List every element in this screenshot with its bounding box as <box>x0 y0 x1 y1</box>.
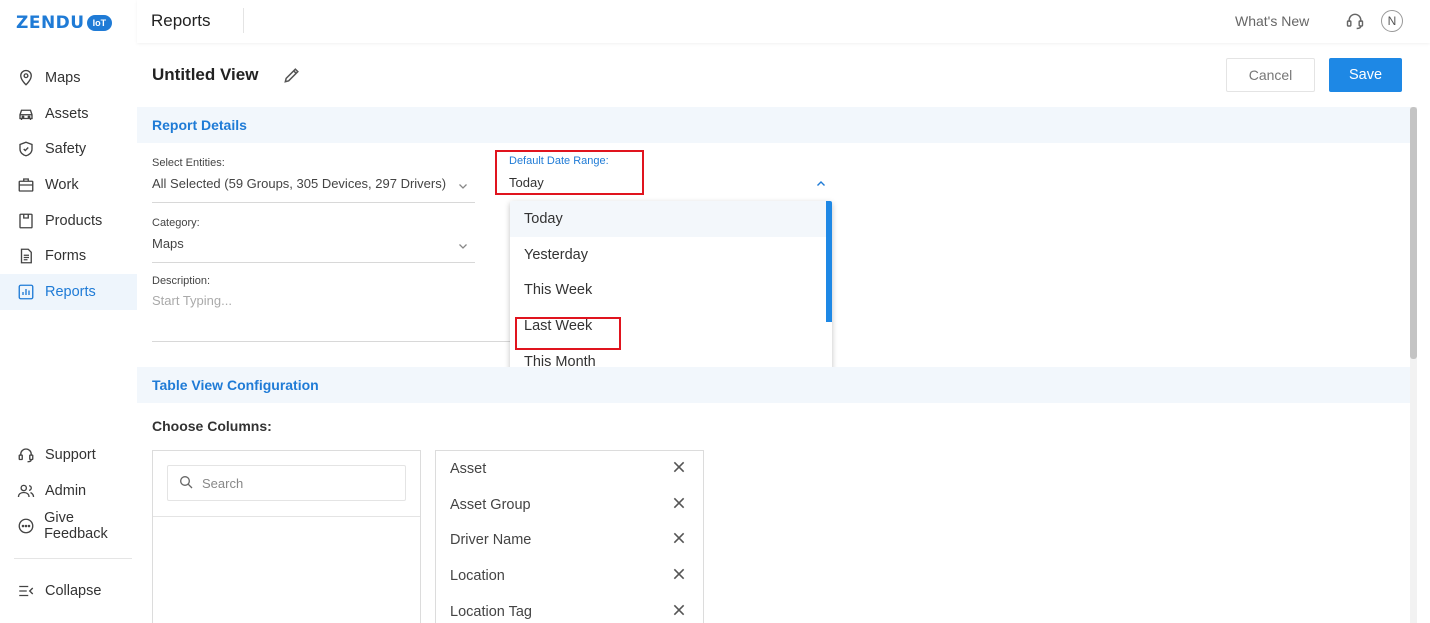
sidebar-item-label: Products <box>45 212 103 229</box>
close-icon[interactable] <box>671 566 687 586</box>
option-yesterday[interactable]: Yesterday <box>510 237 832 273</box>
box-icon <box>16 211 36 231</box>
chevron-down-icon <box>457 179 469 191</box>
close-icon[interactable] <box>671 495 687 515</box>
sidebar-item-label: Reports <box>45 283 96 300</box>
list-item[interactable]: Location Tag <box>436 594 703 623</box>
collapse-button[interactable]: Collapse <box>0 573 137 609</box>
column-name: Asset Group <box>450 496 531 513</box>
list-item[interactable]: Driver Name <box>436 522 703 558</box>
document-icon <box>16 246 36 266</box>
sidebar-nav: Maps Assets Safety Work Products Forms R… <box>0 60 137 310</box>
sidebar-item-give-feedback[interactable]: Give Feedback <box>0 508 137 544</box>
sidebar-item-forms[interactable]: Forms <box>0 238 137 274</box>
logo-badge: IoT <box>86 15 113 31</box>
collapse-label: Collapse <box>45 582 102 599</box>
field-value: All Selected (59 Groups, 305 Devices, 29… <box>152 176 447 191</box>
sidebar-divider <box>14 558 132 559</box>
chart-icon <box>16 282 36 302</box>
logo-text: ZENDU <box>16 13 85 33</box>
headset-icon <box>16 445 36 465</box>
sidebar-item-label: Safety <box>45 141 87 158</box>
topbar: Reports What's New N <box>137 0 1430 43</box>
option-today[interactable]: Today <box>510 201 832 237</box>
headset-icon[interactable] <box>1345 11 1365 31</box>
panel-divider <box>153 516 420 517</box>
column-name: Location Tag <box>450 603 532 620</box>
list-item[interactable]: Asset <box>436 451 703 487</box>
sidebar-item-label: Admin <box>45 482 87 499</box>
sidebar-item-safety[interactable]: Safety <box>0 131 137 167</box>
table-view-config-header: Table View Configuration <box>137 367 1410 403</box>
section-title: Table View Configuration <box>152 377 319 393</box>
available-columns-panel <box>152 450 421 623</box>
sidebar-item-assets[interactable]: Assets <box>0 96 137 132</box>
search-icon <box>178 474 194 493</box>
map-pin-icon <box>16 68 36 88</box>
search-input[interactable] <box>202 475 382 491</box>
select-entities-field[interactable]: Select Entities: All Selected (59 Groups… <box>152 157 475 203</box>
users-icon <box>16 481 36 501</box>
close-icon[interactable] <box>671 459 687 479</box>
list-item[interactable]: Asset Group <box>436 487 703 523</box>
cancel-button[interactable]: Cancel <box>1226 58 1315 92</box>
sidebar-item-support[interactable]: Support <box>0 437 137 473</box>
sidebar-item-reports[interactable]: Reports <box>0 274 137 310</box>
selected-columns-panel: Asset Asset Group Driver Name Location L… <box>435 450 704 623</box>
sidebar-item-work[interactable]: Work <box>0 167 137 203</box>
sidebar-item-label: Assets <box>45 105 89 122</box>
sidebar-item-admin[interactable]: Admin <box>0 473 137 509</box>
column-search-box[interactable] <box>167 465 406 501</box>
shield-icon <box>16 139 36 159</box>
sidebar-bottom-nav: Support Admin Give Feedback <box>0 437 137 544</box>
field-label: Category: <box>152 217 200 229</box>
sidebar-item-label: Forms <box>45 248 87 265</box>
chevron-down-icon <box>457 239 469 251</box>
sidebar-item-label: Maps <box>45 69 81 86</box>
sidebar-item-label: Support <box>45 446 96 463</box>
chat-icon <box>16 516 35 536</box>
save-button[interactable]: Save <box>1329 58 1402 92</box>
avatar[interactable]: N <box>1381 10 1403 32</box>
sidebar-item-collapse[interactable]: Collapse <box>0 573 137 609</box>
field-label: Description: <box>152 275 211 287</box>
section-title: Report Details <box>152 117 247 133</box>
list-item[interactable]: Location <box>436 558 703 594</box>
close-icon[interactable] <box>671 530 687 550</box>
date-range-highlight <box>495 150 644 195</box>
view-title: Untitled View <box>152 65 259 84</box>
column-name: Location <box>450 567 505 584</box>
collapse-icon <box>16 581 36 601</box>
sidebar-item-maps[interactable]: Maps <box>0 60 137 96</box>
pencil-icon[interactable] <box>282 65 302 85</box>
dropdown-scrollbar[interactable] <box>826 201 832 322</box>
page-title: Reports <box>151 11 211 30</box>
choose-columns-label: Choose Columns: <box>152 418 272 434</box>
last-week-highlight <box>515 317 621 350</box>
date-range-dropdown: Today Yesterday This Week Last Week This… <box>510 201 832 380</box>
field-value: Maps <box>152 236 184 251</box>
column-name: Driver Name <box>450 532 532 549</box>
topbar-divider <box>243 8 244 33</box>
sidebar: ZENDU IoT Maps Assets Safety Work Produc… <box>0 0 137 623</box>
whats-new-link[interactable]: What's New <box>1235 13 1309 29</box>
sidebar-item-products[interactable]: Products <box>0 203 137 239</box>
sidebar-item-label: Work <box>45 176 79 193</box>
description-field[interactable]: Description: Start Typing... <box>152 275 510 342</box>
report-details-header: Report Details <box>137 107 1410 143</box>
zendu-logo[interactable]: ZENDU IoT <box>16 12 113 34</box>
sidebar-item-label: Give Feedback <box>44 510 108 543</box>
briefcase-icon <box>16 175 36 195</box>
car-icon <box>16 104 36 124</box>
category-field[interactable]: Category: Maps <box>152 217 475 263</box>
column-name: Asset <box>450 460 487 477</box>
close-icon[interactable] <box>671 602 687 622</box>
description-placeholder: Start Typing... <box>152 293 232 308</box>
main-scrollbar-thumb[interactable] <box>1410 107 1417 359</box>
option-this-week[interactable]: This Week <box>510 272 832 308</box>
chevron-up-icon[interactable] <box>814 177 828 189</box>
field-label: Select Entities: <box>152 157 225 169</box>
